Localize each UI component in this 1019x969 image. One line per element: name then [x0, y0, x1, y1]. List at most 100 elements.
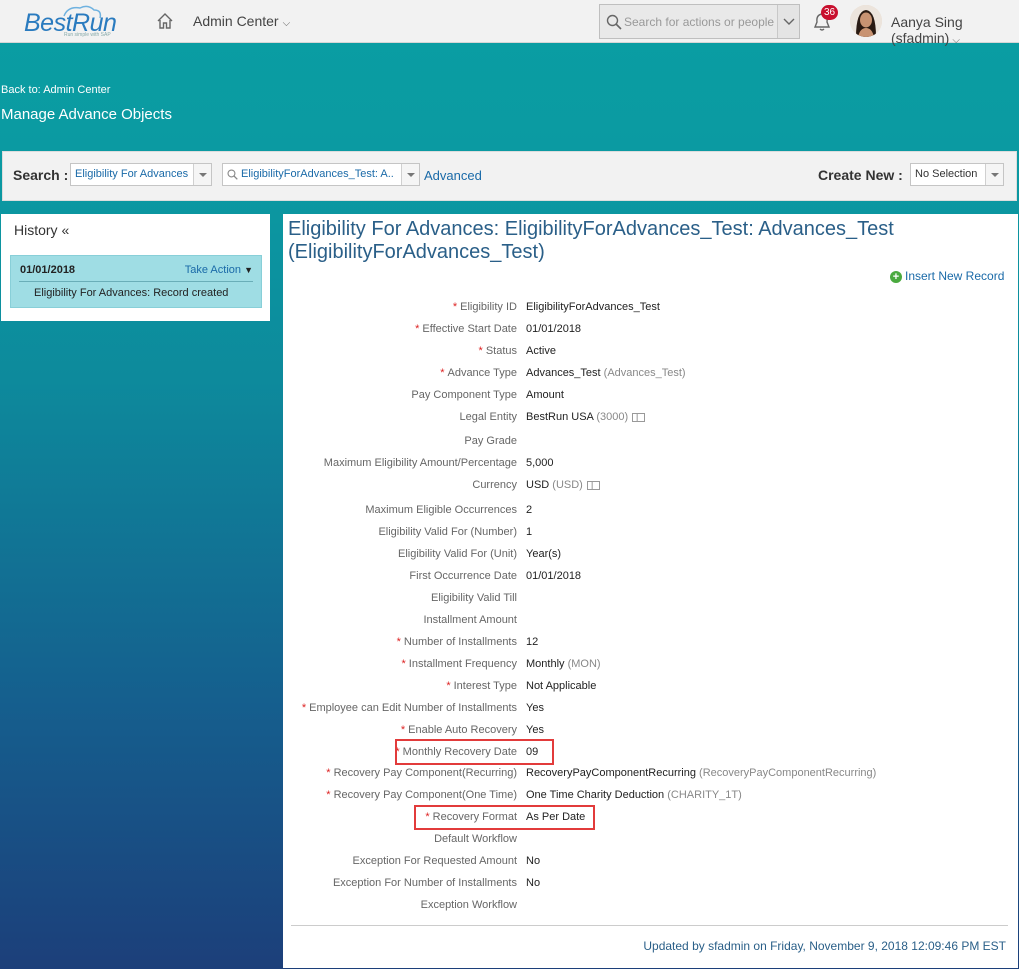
field-value-text: USD [526, 479, 550, 491]
field-value-code: (MON) [567, 658, 601, 670]
field-label: * Eligibility ID [453, 300, 517, 314]
field-value: Active [526, 344, 556, 358]
chevron-down-icon: ⌵ [952, 35, 960, 46]
field-value: Yes [526, 723, 544, 737]
field-label: Maximum Eligible Occurrences [365, 503, 517, 517]
field-value-text: 01/01/2018 [526, 570, 582, 582]
field-value: 01/01/2018 [526, 322, 581, 336]
divider [291, 925, 1008, 926]
take-action-menu[interactable]: Take Action ▼ [185, 264, 253, 276]
user-menu[interactable]: Aanya Sing (sfadmin) ⌵ [891, 14, 1019, 46]
field-row: * Recovery Format As Per Date [283, 810, 1018, 830]
search-dropdown-button[interactable] [777, 5, 799, 38]
field-value: USD (USD) [526, 478, 600, 492]
field-label-text: Default Workflow [434, 833, 517, 845]
history-toggle[interactable]: History « [14, 222, 69, 238]
field-value-code: (RecoveryPayComponentRecurring) [699, 767, 877, 779]
chevron-down-icon [401, 164, 419, 185]
field-value-text: Yes [526, 702, 544, 714]
field-label-text: Enable Auto Recovery [408, 724, 517, 736]
field-value-text: 5,000 [526, 457, 554, 469]
field-value-text: Monthly [526, 658, 565, 670]
field-label-text: Installment Frequency [408, 658, 517, 670]
back-link[interactable]: Back to: Admin Center [1, 84, 110, 96]
divider [19, 281, 253, 282]
highlight-box-monthly-recovery-date [395, 739, 554, 765]
field-row: Eligibility Valid For (Number) 1 [283, 525, 1018, 545]
field-label: * Number of Installments [397, 635, 517, 649]
chevron-down-icon [783, 18, 795, 25]
field-row: * Interest Type Not Applicable [283, 679, 1018, 699]
field-value-text: Advances_Test [526, 367, 601, 379]
field-label-text: Pay Component Type [411, 389, 517, 401]
create-new-select[interactable]: No Selection [910, 163, 1004, 186]
field-row: First Occurrence Date 01/01/2018 [283, 569, 1018, 589]
home-icon[interactable] [156, 12, 174, 30]
chevron-down-icon [985, 164, 1003, 185]
history-panel: History « 01/01/2018 Take Action ▼ Eligi… [1, 214, 270, 321]
field-label-text: Maximum Eligibility Amount/Percentage [323, 457, 517, 469]
field-label-text: Exception For Number of Installments [332, 877, 517, 889]
field-value: Not Applicable [526, 679, 596, 693]
field-label-text: Eligibility Valid For (Number) [378, 526, 517, 538]
field-value: Year(s) [526, 547, 561, 561]
record-select[interactable]: EligibilityForAdvances_Test: A.. [222, 163, 420, 186]
record-value: EligibilityForAdvances_Test: A.. [241, 168, 394, 180]
field-label-text: Currency [472, 479, 517, 491]
field-label-text: Interest Type [453, 680, 517, 692]
field-row: Pay Grade [283, 434, 1018, 454]
field-label-text: Maximum Eligible Occurrences [365, 504, 517, 516]
history-entry-text: Eligibility For Advances: Record created [34, 287, 229, 299]
highlight-box-recovery-format [414, 805, 595, 830]
field-label: * Enable Auto Recovery [401, 723, 517, 737]
search-icon [606, 14, 622, 30]
field-row: * Advance Type Advances_Test (Advances_Tes… [283, 366, 1018, 386]
field-row: * Eligibility ID EligibilityForAdvances_Te… [283, 300, 1018, 320]
field-value-code: (Advances_Test) [603, 367, 686, 379]
field-label: Eligibility Valid Till [431, 591, 517, 605]
record-title: Eligibility For Advances: EligibilityFor… [288, 218, 894, 263]
field-value-text: Not Applicable [526, 680, 597, 692]
field-row: * Installment Frequency Monthly (MON) [283, 657, 1018, 677]
field-row: Eligibility Valid Till [283, 591, 1018, 611]
field-value: 12 [526, 635, 538, 649]
advanced-search-link[interactable]: Advanced [424, 168, 482, 183]
required-marker: * [401, 658, 406, 670]
field-label: Pay Grade [464, 434, 517, 448]
field-row: Maximum Eligibility Amount/Percentage 5,0… [283, 456, 1018, 476]
logo[interactable]: BestRun Run simple with SAP [24, 4, 117, 40]
required-marker: * [326, 789, 331, 801]
business-card-icon[interactable] [632, 412, 646, 422]
field-label: * Recovery Pay Component(Recurring) [326, 766, 517, 780]
field-row: * Monthly Recovery Date 09 [283, 745, 1018, 765]
global-search[interactable] [599, 4, 800, 39]
field-value: 1 [526, 525, 532, 539]
field-row: * Recovery Pay Component(Recurring) Recove… [283, 766, 1018, 786]
field-row: Currency USD (USD) [283, 478, 1018, 498]
field-value: Yes [526, 701, 544, 715]
required-marker: * [440, 367, 445, 379]
insert-new-record-link[interactable]: + Insert New Record [890, 269, 1004, 283]
notification-badge[interactable]: 36 [821, 5, 839, 20]
history-entry[interactable]: 01/01/2018 Take Action ▼ Eligibility For… [10, 255, 262, 308]
chevron-down-icon: ⌵ [282, 18, 291, 29]
object-type-select[interactable]: Eligibility For Advances [70, 163, 212, 186]
field-row: Pay Component Type Amount [283, 388, 1018, 408]
field-row: * Recovery Pay Component(One Time) One Tim… [283, 788, 1018, 808]
field-value-text: Year(s) [526, 548, 562, 560]
admin-center-menu[interactable]: Admin Center ⌵ [193, 13, 290, 29]
business-card-icon[interactable] [586, 480, 600, 490]
field-label-text: Recovery Pay Component(Recurring) [333, 767, 517, 779]
field-value-text: 2 [526, 504, 533, 516]
required-marker: * [478, 345, 483, 357]
history-entry-date: 01/01/2018 [20, 264, 76, 276]
field-value-text: Yes [526, 724, 544, 736]
create-new-value: No Selection [915, 168, 978, 180]
field-row: * Employee can Edit Number of Installment… [283, 701, 1018, 721]
required-marker: * [301, 702, 307, 714]
field-label: * Interest Type [446, 679, 517, 693]
insert-new-record-label: Insert New Record [905, 269, 1005, 283]
field-value-text: 12 [526, 636, 539, 648]
avatar[interactable] [850, 5, 882, 37]
global-search-input[interactable] [624, 12, 774, 32]
